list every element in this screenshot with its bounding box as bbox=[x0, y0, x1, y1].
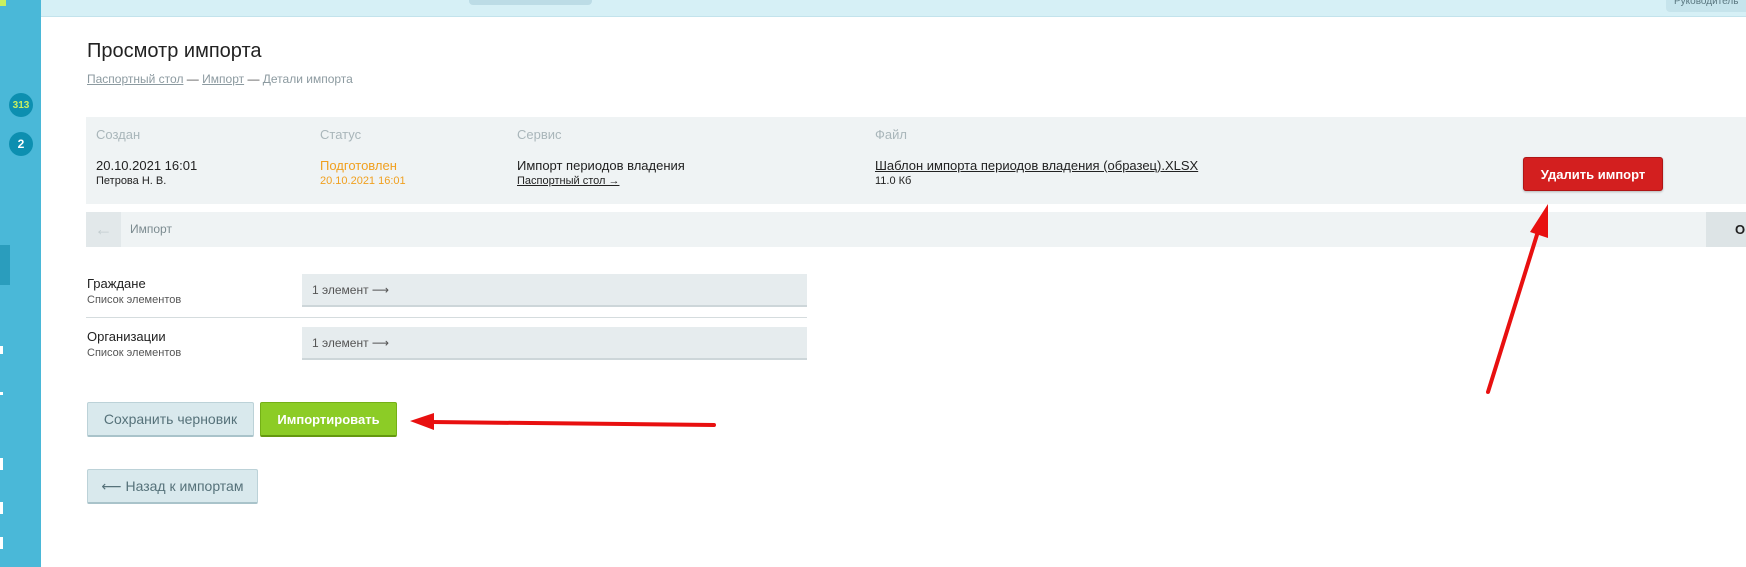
section-nav-bar: ← Импорт О bbox=[86, 212, 1746, 247]
row-title-citizens: Граждане bbox=[87, 276, 146, 291]
breadcrumb: Паспортный стол — Импорт — Детали импорт… bbox=[87, 72, 353, 86]
breadcrumb-separator: — bbox=[186, 72, 199, 86]
section-nav-label: Импорт bbox=[130, 222, 172, 236]
row-subtitle: Список элементов bbox=[87, 294, 182, 306]
file-link[interactable]: Шаблон импорта периодов владения (образе… bbox=[875, 158, 1198, 173]
status-date: 20.10.2021 16:01 bbox=[320, 175, 406, 187]
sidebar-active-indicator bbox=[0, 245, 10, 285]
created-by: Петрова Н. В. bbox=[96, 175, 167, 187]
sidebar: 313 2 bbox=[0, 0, 41, 567]
created-label: Создан bbox=[96, 127, 141, 142]
service-label: Сервис bbox=[517, 127, 562, 142]
created-date: 20.10.2021 16:01 bbox=[96, 158, 198, 173]
file-size: 11.0 Кб bbox=[875, 175, 912, 187]
sidebar-icon-fragment bbox=[0, 502, 3, 514]
back-arrow-icon[interactable]: ← bbox=[86, 212, 121, 247]
top-bar: Руководитель bbox=[41, 0, 1746, 17]
status-label: Статус bbox=[320, 127, 362, 142]
status-badge: Подготовлен bbox=[320, 158, 397, 173]
breadcrumb-separator: — bbox=[247, 72, 260, 86]
top-tab[interactable] bbox=[469, 0, 592, 5]
user-menu-button[interactable]: Руководитель bbox=[1666, 0, 1746, 12]
sidebar-logo-fragment bbox=[0, 0, 6, 6]
citizens-elements-link[interactable]: 1 элемент ⟶ bbox=[302, 274, 807, 307]
import-button[interactable]: Импортировать bbox=[260, 402, 397, 437]
sidebar-icon-fragment bbox=[0, 392, 3, 395]
save-draft-button[interactable]: Сохранить черновик bbox=[87, 402, 254, 437]
organizations-elements-link[interactable]: 1 элемент ⟶ bbox=[302, 327, 807, 360]
service-name: Импорт периодов владения bbox=[517, 158, 685, 173]
annotation-arrow-to-import bbox=[410, 413, 716, 430]
breadcrumb-link-passport-office[interactable]: Паспортный стол bbox=[87, 72, 183, 86]
row-divider bbox=[86, 317, 807, 318]
sidebar-icon-fragment bbox=[0, 346, 3, 354]
breadcrumb-current: Детали импорта bbox=[262, 72, 353, 86]
sidebar-badge-count[interactable]: 2 bbox=[9, 132, 33, 156]
file-label: Файл bbox=[875, 127, 907, 142]
sidebar-icon-fragment bbox=[0, 458, 3, 470]
service-link[interactable]: Паспортный стол → bbox=[517, 175, 619, 187]
breadcrumb-link-import[interactable]: Импорт bbox=[202, 72, 244, 86]
section-nav-right-button[interactable]: О bbox=[1706, 212, 1746, 247]
page-title: Просмотр импорта bbox=[87, 40, 262, 62]
sidebar-icon-fragment bbox=[0, 537, 3, 549]
sidebar-badge-count[interactable]: 313 bbox=[9, 93, 33, 117]
delete-import-button[interactable]: Удалить импорт bbox=[1523, 157, 1663, 191]
row-title-organizations: Организации bbox=[87, 329, 166, 344]
import-info-panel: Создан 20.10.2021 16:01 Петрова Н. В. Ст… bbox=[86, 117, 1746, 204]
back-to-imports-button[interactable]: ⟵ Назад к импортам bbox=[87, 469, 258, 504]
row-subtitle: Список элементов bbox=[87, 347, 182, 359]
